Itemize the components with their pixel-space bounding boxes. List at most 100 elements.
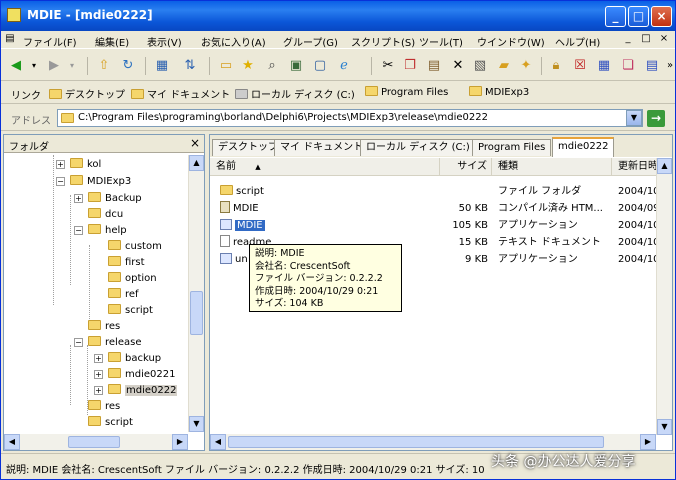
toolbar-more-icon[interactable]: » (661, 57, 676, 75)
go-button[interactable]: → (647, 110, 665, 127)
menu-view[interactable]: 表示(V) (147, 34, 182, 49)
column-size[interactable]: サイズ (440, 158, 492, 176)
up-icon[interactable]: ⇧ (95, 57, 113, 75)
sort-icon[interactable]: ⇅ (181, 57, 199, 75)
minimize-button[interactable]: _ (605, 6, 626, 27)
tree-node[interactable]: script (88, 415, 133, 431)
scroll-left-icon[interactable]: ◀ (210, 434, 226, 450)
child-window-icon[interactable]: ▤ (3, 32, 17, 46)
favorites-icon[interactable]: ★ (239, 57, 257, 75)
menu-favorites[interactable]: お気に入り(A) (201, 34, 266, 49)
scroll-right-icon[interactable]: ▶ (640, 434, 656, 450)
tree-node[interactable]: ref (108, 287, 139, 303)
child-close-button[interactable]: × (657, 32, 671, 46)
tree-horizontal-scrollbar[interactable]: ◀ ▶ (4, 434, 188, 450)
tree-node[interactable]: − MDIExp3 (56, 174, 131, 190)
menu-window[interactable]: ウインドウ(W) (477, 34, 545, 49)
forward-icon[interactable]: ▶ (45, 57, 63, 75)
column-name[interactable]: 名前 ▲ (210, 158, 440, 176)
tab-local-disk[interactable]: ローカル ディスク (C:) (360, 139, 476, 156)
address-dropdown-icon[interactable]: ▼ (626, 110, 642, 126)
menu-edit[interactable]: 編集(E) (95, 34, 129, 49)
expander-icon[interactable]: − (56, 177, 65, 186)
tree-node[interactable]: + mdie0221 (94, 367, 175, 383)
expander-icon[interactable]: + (94, 386, 103, 395)
forward-dropdown-icon[interactable]: ▾ (63, 57, 81, 75)
expander-icon[interactable]: + (94, 354, 103, 363)
tree-close-button[interactable]: × (190, 136, 200, 150)
expander-icon[interactable]: − (74, 338, 83, 347)
refresh-icon[interactable]: ↻ (119, 57, 137, 75)
tile-icon[interactable]: ▦ (595, 57, 613, 75)
scroll-thumb[interactable] (190, 291, 203, 335)
scroll-up-icon[interactable]: ▲ (657, 158, 672, 174)
window-icon[interactable]: ▢ (311, 57, 329, 75)
tree-node[interactable]: − release (74, 335, 141, 351)
copy-icon[interactable]: ❐ (401, 57, 419, 75)
search-icon[interactable]: ⌕ (263, 57, 281, 75)
maximize-button[interactable]: □ (628, 6, 649, 27)
expander-icon[interactable]: + (94, 370, 103, 379)
delete-icon[interactable]: ✕ (449, 57, 467, 75)
tab-program-files[interactable]: Program Files (472, 139, 552, 156)
column-type[interactable]: 種類 (492, 158, 612, 176)
tree-node[interactable]: + kol (56, 157, 101, 173)
scroll-left-icon[interactable]: ◀ (4, 434, 20, 450)
tree-node[interactable]: + backup (94, 351, 161, 367)
scroll-thumb[interactable] (68, 436, 120, 448)
scroll-right-icon[interactable]: ▶ (172, 434, 188, 450)
open-folder-icon[interactable]: ▭ (217, 57, 235, 75)
child-minimize-button[interactable]: _ (621, 32, 635, 46)
link-mdiexp3[interactable]: MDIExp3 (469, 86, 529, 98)
tree-node[interactable]: script (108, 303, 153, 319)
properties-icon[interactable]: ▧ (471, 57, 489, 75)
scroll-down-icon[interactable]: ▼ (189, 416, 204, 432)
address-input[interactable]: C:\Program Files\programing\borland\Delp… (57, 109, 643, 127)
tree-node[interactable]: custom (108, 239, 162, 255)
cascade-icon[interactable]: ❏ (619, 57, 637, 75)
new-folder-icon[interactable]: ▰ (495, 57, 513, 75)
tab-my-documents[interactable]: マイ ドキュメント (274, 139, 370, 156)
back-dropdown-icon[interactable]: ▾ (25, 57, 43, 75)
file-row[interactable]: MDIE 50 KB コンパイル済み HTM... 2004/09/2 (210, 200, 658, 217)
scroll-thumb[interactable] (228, 436, 604, 448)
expander-icon[interactable]: − (74, 226, 83, 235)
tree-node-selected[interactable]: + mdie0222 (94, 383, 178, 399)
scroll-down-icon[interactable]: ▼ (657, 419, 672, 435)
paste-icon[interactable]: ▤ (425, 57, 443, 75)
tree-node[interactable]: first (108, 255, 145, 271)
close-window-icon[interactable]: ☒ (571, 57, 589, 75)
view-icon[interactable]: ▦ (153, 57, 171, 75)
menu-file[interactable]: ファイル(F) (23, 34, 77, 49)
title-bar[interactable]: MDIE - [mdie0222] _ □ × (1, 1, 675, 31)
file-row[interactable]: script ファイル フォルダ 2004/10/2 (210, 183, 658, 200)
lock-icon[interactable]: 🔒︎ (547, 57, 565, 75)
arrange-icon[interactable]: ▤ (643, 57, 661, 75)
link-desktop[interactable]: デスクトップ (49, 86, 125, 101)
star-icon[interactable]: ✦ (517, 57, 535, 75)
tab-mdie0222[interactable]: mdie0222 (552, 137, 615, 157)
back-icon[interactable]: ◀ (7, 57, 25, 75)
tree-node[interactable]: option (108, 271, 157, 287)
app-icon[interactable] (7, 8, 21, 22)
child-restore-button[interactable]: □ (639, 32, 653, 46)
cut-icon[interactable]: ✂ (379, 57, 397, 75)
list-horizontal-scrollbar[interactable]: ◀ ▶ (210, 434, 656, 450)
list-vertical-scrollbar[interactable]: ▲ ▼ (656, 158, 672, 435)
menu-group[interactable]: グループ(G) (283, 34, 338, 49)
link-my-documents[interactable]: マイ ドキュメント (131, 86, 230, 101)
link-local-disk[interactable]: ローカル ディスク (C:) (235, 86, 355, 101)
tree-node[interactable]: + Backup (74, 191, 142, 207)
menu-tools[interactable]: ツール(T) (419, 34, 463, 49)
link-program-files[interactable]: Program Files (365, 86, 448, 98)
tree-node[interactable]: res (88, 319, 120, 335)
menu-script[interactable]: スクリプト(S) (351, 34, 415, 49)
image-icon[interactable]: ▣ (287, 57, 305, 75)
scroll-up-icon[interactable]: ▲ (189, 155, 204, 171)
tree-node[interactable]: dcu (88, 207, 123, 223)
tree-vertical-scrollbar[interactable]: ▲ ▼ (188, 155, 204, 432)
close-button[interactable]: × (651, 6, 672, 27)
expander-icon[interactable]: + (74, 194, 83, 203)
ie-icon[interactable]: ℯ (335, 57, 353, 75)
tree-node[interactable]: − help (74, 223, 127, 239)
